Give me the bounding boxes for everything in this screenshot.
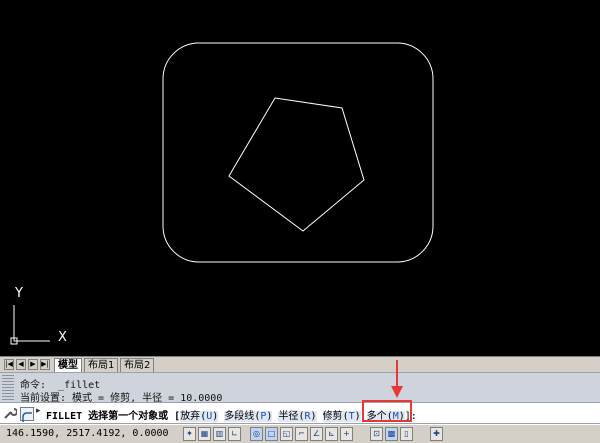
- option-polyline[interactable]: 多段线(P): [224, 411, 273, 422]
- ucs-icon: [10, 305, 50, 345]
- qp-icon[interactable]: ⊾: [325, 427, 338, 441]
- ortho-icon[interactable]: ▥: [213, 427, 226, 441]
- ducs-icon[interactable]: ◱: [280, 427, 293, 441]
- prev-tab-button[interactable]: ◀: [16, 359, 26, 370]
- polar-icon[interactable]: ∟: [228, 427, 241, 441]
- command-history: 命令: _fillet 当前设置: 模式 = 修剪, 半径 = 10.0000: [0, 372, 600, 404]
- lock-icon[interactable]: ▯: [400, 427, 413, 441]
- tab-model[interactable]: 模型: [54, 358, 82, 372]
- layout-tab-bar: |◀ ◀ ▶ ▶| 模型 布局1 布局2: [0, 356, 600, 372]
- wrench-icon[interactable]: [3, 406, 17, 420]
- drawing-canvas[interactable]: Y X: [0, 0, 600, 356]
- filleted-rectangle[interactable]: [162, 42, 434, 263]
- ucs-y-label: Y: [15, 286, 23, 301]
- snap-icon[interactable]: ✦: [183, 427, 196, 441]
- option-trim[interactable]: 修剪(T): [322, 411, 361, 422]
- dyn-icon[interactable]: ⌐: [295, 427, 308, 441]
- ucs-x-label: X: [58, 330, 67, 345]
- status-bar: 146.1590, 2517.4192, 0.0000 ✦ ▦ ▥ ∟ ◎ □ …: [0, 424, 600, 443]
- otrack-icon[interactable]: □: [265, 427, 278, 441]
- lwt-icon[interactable]: ∠: [310, 427, 323, 441]
- command-prompt-arrow-icon: ▸: [36, 406, 41, 416]
- option-undo[interactable]: 放弃(U): [180, 411, 219, 422]
- model-icon[interactable]: ⊡: [370, 427, 383, 441]
- next-tab-button[interactable]: ▶: [28, 359, 38, 370]
- sc-icon[interactable]: +: [340, 427, 353, 441]
- last-tab-button[interactable]: ▶|: [40, 359, 50, 370]
- layout-icon[interactable]: ▩: [385, 427, 398, 441]
- tab-layout2[interactable]: 布局2: [120, 358, 155, 372]
- red-arrow-icon: [391, 360, 403, 398]
- command-line[interactable]: ▸ FILLET 选择第一个对象或 [放弃(U) 多段线(P) 半径(R) 修剪…: [0, 402, 600, 424]
- fullscreen-icon[interactable]: ✚: [430, 427, 443, 441]
- osnap-icon[interactable]: ◎: [250, 427, 263, 441]
- pentagon[interactable]: [228, 97, 365, 232]
- coordinate-readout[interactable]: 146.1590, 2517.4192, 0.0000: [6, 428, 169, 439]
- grid-icon[interactable]: ▦: [198, 427, 211, 441]
- command-window-grip[interactable]: [2, 375, 14, 401]
- drawing-svg: [10, 42, 434, 345]
- first-tab-button[interactable]: |◀: [4, 359, 14, 370]
- command-prefix: FILLET 选择第一个对象或 [: [46, 411, 181, 422]
- highlight-box: [362, 400, 412, 422]
- tab-layout1[interactable]: 布局1: [84, 358, 119, 372]
- fillet-icon: [20, 407, 34, 422]
- option-radius[interactable]: 半径(R): [278, 411, 317, 422]
